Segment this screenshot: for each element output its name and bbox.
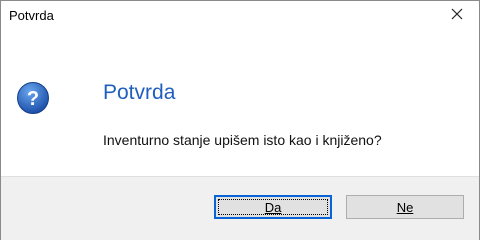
button-bar: Da Ne [1,176,479,240]
dialog-content: ? Potvrda Inventurno stanje upišem isto … [1,31,479,171]
yes-button[interactable]: Da [214,195,332,219]
dialog-heading: Potvrda [103,81,176,104]
close-button[interactable] [435,1,479,31]
svg-text:?: ? [27,88,39,110]
window-title: Potvrda [9,8,54,23]
question-icon: ? [16,81,50,115]
confirm-dialog: Potvrda ? Potvrda Inventurno stanje upiš… [0,0,480,240]
dialog-message: Inventurno stanje upišem isto kao i knji… [103,132,382,148]
no-button[interactable]: Ne [346,195,464,219]
focus-rect [218,199,328,215]
close-icon [450,7,464,26]
no-button-label: Ne [396,199,414,215]
title-bar[interactable]: Potvrda [1,1,479,31]
